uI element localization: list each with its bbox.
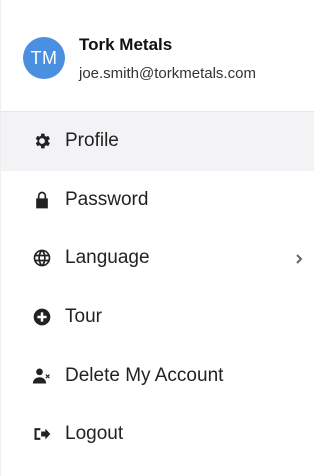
menu-item-password[interactable]: Password xyxy=(1,171,314,230)
menu-item-delete-account[interactable]: Delete My Account xyxy=(1,346,314,405)
menu-list: Profile Password Language Tour Delete My… xyxy=(1,112,314,464)
tour-icon xyxy=(31,306,53,328)
avatar: TM xyxy=(23,37,65,79)
gear-icon xyxy=(31,130,53,152)
lock-icon xyxy=(31,189,53,211)
globe-icon xyxy=(31,247,53,269)
menu-item-label: Delete My Account xyxy=(65,364,224,386)
menu-item-label: Logout xyxy=(65,423,124,445)
account-menu: TM Tork Metals joe.smith@torkmetals.com … xyxy=(0,0,314,476)
user-delete-icon xyxy=(31,365,53,387)
menu-item-logout[interactable]: Logout xyxy=(1,405,314,464)
menu-item-tour[interactable]: Tour xyxy=(1,288,314,347)
avatar-initials: TM xyxy=(30,47,58,68)
account-name: Tork Metals xyxy=(79,35,173,54)
account-header: TM Tork Metals joe.smith@torkmetals.com xyxy=(1,0,314,112)
account-email: joe.smith@torkmetals.com xyxy=(79,65,256,82)
logout-icon xyxy=(31,423,53,445)
chevron-right-icon xyxy=(294,252,306,265)
menu-item-label: Profile xyxy=(65,130,119,152)
menu-item-profile[interactable]: Profile xyxy=(1,112,314,171)
menu-item-language[interactable]: Language xyxy=(1,229,314,288)
menu-item-label: Tour xyxy=(65,306,102,328)
menu-item-label: Language xyxy=(65,247,150,269)
menu-item-label: Password xyxy=(65,188,149,210)
